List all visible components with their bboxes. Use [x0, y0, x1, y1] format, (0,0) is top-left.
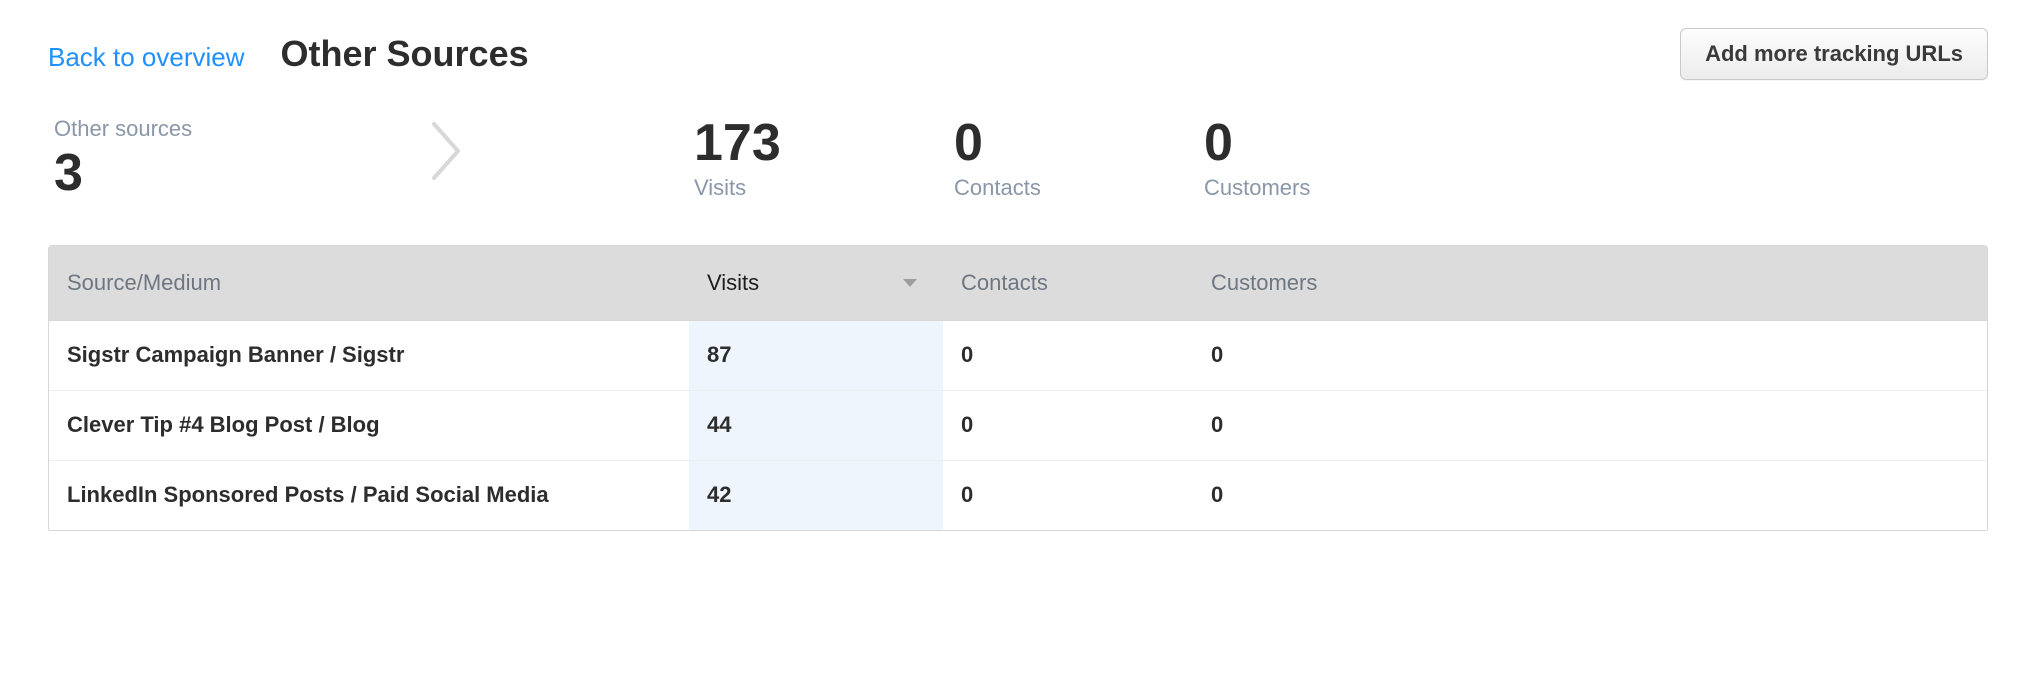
sort-descending-icon [903, 279, 917, 287]
cell-customers: 0 [1193, 412, 1987, 438]
cell-source: LinkedIn Sponsored Posts / Paid Social M… [49, 482, 689, 508]
cell-contacts: 0 [943, 482, 1193, 508]
column-header-source-label: Source/Medium [67, 270, 221, 296]
summary-other-sources-label: Other sources [54, 116, 694, 142]
column-header-customers-label: Customers [1211, 270, 1317, 296]
summary-customers: 0 Customers [1204, 116, 1504, 201]
cell-contacts: 0 [943, 342, 1193, 368]
cell-customers: 0 [1193, 482, 1987, 508]
summary-other-sources-value: 3 [54, 146, 694, 201]
summary-other-sources: Other sources 3 [54, 116, 694, 201]
page-title: Other Sources [281, 33, 529, 75]
chevron-right-icon [430, 118, 464, 184]
summary-customers-label: Customers [1204, 175, 1504, 201]
cell-contacts: 0 [943, 412, 1193, 438]
summary-contacts-label: Contacts [954, 175, 1204, 201]
cell-customers: 0 [1193, 342, 1987, 368]
summary-contacts: 0 Contacts [954, 116, 1204, 201]
cell-visits: 42 [689, 461, 943, 530]
cell-visits: 44 [689, 391, 943, 460]
add-tracking-urls-button[interactable]: Add more tracking URLs [1680, 28, 1988, 80]
summary-visits-label: Visits [694, 175, 954, 201]
summary-visits-value: 173 [694, 116, 954, 171]
cell-source: Clever Tip #4 Blog Post / Blog [49, 412, 689, 438]
table-row[interactable]: LinkedIn Sponsored Posts / Paid Social M… [49, 460, 1987, 530]
sources-table: Source/Medium Visits Contacts Customers … [48, 245, 1988, 531]
back-to-overview-link[interactable]: Back to overview [48, 42, 245, 73]
column-header-contacts-label: Contacts [961, 270, 1048, 296]
cell-source: Sigstr Campaign Banner / Sigstr [49, 342, 689, 368]
column-header-source[interactable]: Source/Medium [49, 246, 689, 320]
column-header-customers[interactable]: Customers [1193, 246, 1987, 320]
summary-customers-value: 0 [1204, 116, 1504, 171]
summary-contacts-value: 0 [954, 116, 1204, 171]
column-header-contacts[interactable]: Contacts [943, 246, 1193, 320]
column-header-visits-label: Visits [707, 270, 759, 296]
cell-visits: 87 [689, 321, 943, 390]
table-row[interactable]: Clever Tip #4 Blog Post / Blog4400 [49, 390, 1987, 460]
table-row[interactable]: Sigstr Campaign Banner / Sigstr8700 [49, 320, 1987, 390]
column-header-visits[interactable]: Visits [689, 246, 943, 320]
summary-visits: 173 Visits [694, 116, 954, 201]
